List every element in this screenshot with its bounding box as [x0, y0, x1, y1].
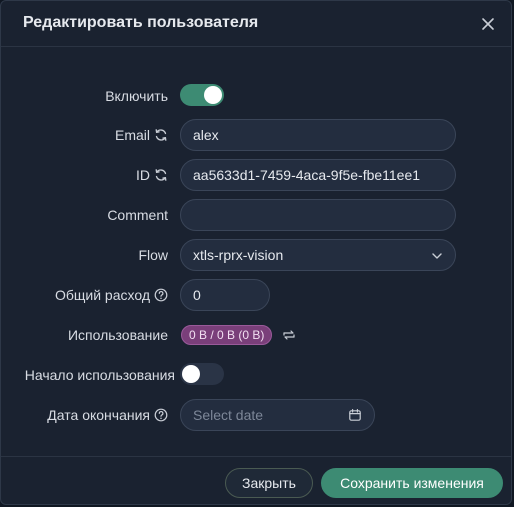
email-row: Email alex [1, 119, 511, 151]
start-usage-label: Начало использования [25, 359, 175, 391]
expiry-date-picker[interactable]: Select date [180, 399, 375, 431]
start-usage-row: Начало использования [1, 359, 511, 391]
flow-row: Flow xtls-rprx-vision [1, 239, 511, 271]
enable-row: Включить [1, 80, 511, 112]
enable-label-text: Включить [105, 88, 168, 104]
close-icon[interactable] [477, 13, 499, 35]
flow-label: Flow [138, 239, 168, 271]
refresh-icon[interactable] [154, 128, 168, 142]
expiry-label-text: Дата окончания [47, 407, 150, 423]
id-row: ID aa5633d1-7459-4aca-9f5e-fbe11ee1 [1, 159, 511, 191]
flow-select[interactable]: xtls-rprx-vision [180, 239, 456, 271]
help-icon[interactable] [154, 408, 168, 422]
total-row: Общий расход 0 [1, 279, 511, 311]
save-button[interactable]: Сохранить изменения [321, 468, 503, 498]
comment-row: Comment [1, 199, 511, 231]
usage-row: Использование 0 B / 0 B (0 B) [1, 319, 511, 351]
chevron-down-icon [431, 249, 443, 261]
usage-badge: 0 B / 0 B (0 B) [181, 325, 273, 345]
start-usage-switch[interactable] [180, 363, 224, 385]
flow-label-text: Flow [138, 247, 168, 263]
start-usage-label-text: Начало использования [24, 367, 175, 383]
calendar-icon [348, 408, 362, 422]
email-field[interactable]: alex [180, 119, 456, 151]
id-label-text: ID [136, 167, 150, 183]
email-label: Email [115, 119, 168, 151]
usage-label: Использование [68, 319, 168, 351]
id-label: ID [136, 159, 168, 191]
comment-label-text: Comment [107, 207, 168, 223]
expiry-label: Дата окончания [47, 399, 168, 431]
switch-knob [182, 365, 200, 383]
total-label-text: Общий расход [54, 287, 150, 303]
dialog-header: Редактировать пользователя [1, 1, 511, 47]
enable-label: Включить [105, 80, 168, 112]
switch-knob [204, 86, 222, 104]
expiry-row: Дата окончания Select date [1, 399, 511, 431]
flow-selected-value: xtls-rprx-vision [193, 247, 284, 263]
dialog-title: Редактировать пользователя [23, 14, 259, 31]
help-icon[interactable] [154, 288, 168, 302]
email-label-text: Email [114, 127, 150, 143]
usage-label-text: Использование [67, 327, 168, 343]
comment-field[interactable] [180, 199, 456, 231]
dialog-footer: Закрыть Сохранить изменения [1, 456, 511, 504]
edit-user-dialog: Редактировать пользователя Включить Emai… [0, 0, 512, 505]
close-button[interactable]: Закрыть [225, 468, 313, 498]
enable-switch[interactable] [180, 84, 224, 106]
total-label: Общий расход [55, 279, 168, 311]
total-field[interactable]: 0 [180, 279, 270, 311]
refresh-icon[interactable] [154, 168, 168, 182]
comment-label: Comment [107, 199, 168, 231]
sync-icon[interactable] [282, 328, 296, 342]
date-placeholder: Select date [193, 407, 264, 423]
id-field[interactable]: aa5633d1-7459-4aca-9f5e-fbe11ee1 [180, 159, 456, 191]
